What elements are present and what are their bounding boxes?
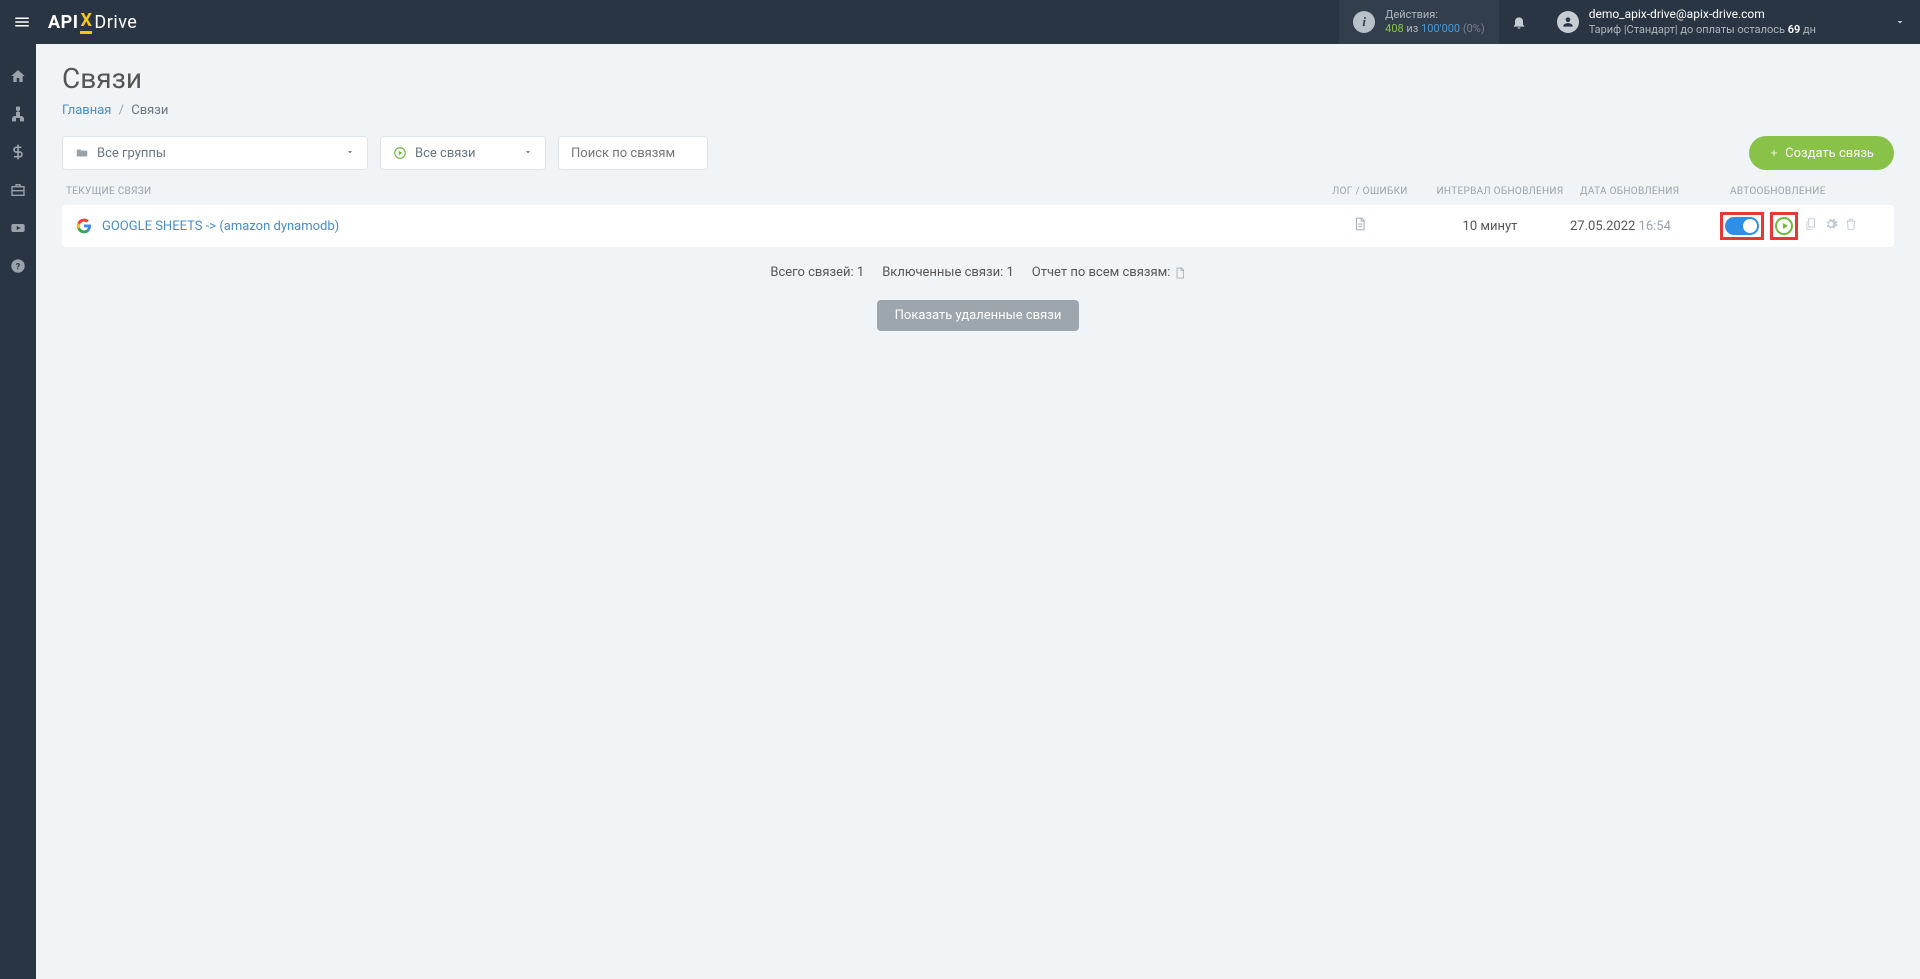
hamburger-icon: [13, 13, 31, 31]
user-tariff: Тариф |Стандарт| до оплаты осталось 69 д…: [1589, 23, 1816, 37]
user-text: demo_apix-drive@apix-drive.com Тариф |Ст…: [1589, 7, 1816, 37]
groups-select[interactable]: Все группы: [62, 136, 368, 170]
header-right: i Действия: 408 из 100'000 (0%) demo_api…: [1339, 0, 1920, 44]
chevron-down-icon: [1894, 16, 1906, 28]
home-icon: [10, 68, 26, 84]
connection-date: 27.05.2022 16:54: [1570, 219, 1720, 234]
links-select-label: Все связи: [415, 146, 476, 161]
summary-report[interactable]: Отчет по всем связям:: [1032, 265, 1186, 280]
links-select[interactable]: Все связи: [380, 136, 546, 170]
info-icon: i: [1353, 11, 1375, 33]
logo-api: API: [48, 12, 78, 33]
actions-text: Действия: 408 из 100'000 (0%): [1385, 8, 1485, 37]
col-header-log: ЛОГ / ОШИБКИ: [1320, 186, 1420, 197]
log-button[interactable]: [1353, 217, 1367, 235]
delete-button[interactable]: [1844, 217, 1858, 235]
col-header-date: ДАТА ОБНОВЛЕНИЯ: [1580, 186, 1730, 197]
sidebar-item-home[interactable]: [8, 66, 28, 86]
actions-values: 408 из 100'000 (0%): [1385, 22, 1485, 36]
autoupdate-toggle[interactable]: [1725, 217, 1759, 235]
breadcrumb-sep: /: [119, 103, 124, 118]
search-input[interactable]: [571, 146, 695, 161]
document-icon: [1353, 217, 1367, 231]
logo-x: X: [80, 10, 92, 34]
run-now-button[interactable]: [1775, 217, 1793, 235]
youtube-icon: [10, 220, 26, 236]
chevron-down-icon: [523, 146, 533, 161]
svg-text:?: ?: [16, 261, 21, 272]
sitemap-icon: [10, 106, 26, 122]
highlight-toggle: [1720, 212, 1764, 240]
logo-drive: Drive: [94, 12, 137, 33]
search-input-wrapper[interactable]: [558, 136, 708, 170]
actions-counter[interactable]: i Действия: 408 из 100'000 (0%): [1339, 0, 1499, 44]
sidebar-item-video[interactable]: [8, 218, 28, 238]
user-email: demo_apix-drive@apix-drive.com: [1589, 7, 1816, 23]
briefcase-icon: [10, 182, 26, 198]
summary-bar: Всего связей: 1 Включенные связи: 1 Отче…: [62, 265, 1894, 280]
avatar-icon: [1557, 11, 1579, 33]
plus-icon: [1769, 148, 1779, 158]
main-content: Связи Главная / Связи Все группы Все свя…: [36, 44, 1920, 979]
breadcrumb: Главная / Связи: [62, 103, 1894, 118]
sidebar-item-tools[interactable]: [8, 180, 28, 200]
play-icon: [393, 146, 407, 160]
create-connection-button[interactable]: Создать связь: [1749, 136, 1894, 170]
sidebar-item-connections[interactable]: [8, 104, 28, 124]
summary-total: Всего связей: 1: [770, 265, 864, 280]
folder-icon: [75, 146, 89, 160]
show-deleted-button[interactable]: Показать удаленные связи: [877, 300, 1080, 331]
help-icon: ?: [10, 258, 26, 274]
connection-interval: 10 минут: [1410, 219, 1570, 234]
sidebar-item-help[interactable]: ?: [8, 256, 28, 276]
connection-row[interactable]: GOOGLE SHEETS -> (amazon dynamodb) 10 ми…: [62, 205, 1894, 247]
col-header-auto: АВТООБНОВЛЕНИЕ: [1730, 186, 1890, 197]
bell-icon: [1511, 14, 1527, 30]
connection-name[interactable]: GOOGLE SHEETS -> (amazon dynamodb): [102, 219, 339, 234]
notifications-button[interactable]: [1499, 14, 1539, 30]
user-menu[interactable]: demo_apix-drive@apix-drive.com Тариф |Ст…: [1539, 7, 1834, 37]
table-header: ТЕКУЩИЕ СВЯЗИ ЛОГ / ОШИБКИ ИНТЕРВАЛ ОБНО…: [62, 186, 1894, 205]
col-header-name: ТЕКУЩИЕ СВЯЗИ: [66, 186, 1320, 197]
col-header-interval: ИНТЕРВАЛ ОБНОВЛЕНИЯ: [1420, 186, 1580, 197]
page-title: Связи: [62, 62, 1894, 95]
menu-toggle-button[interactable]: [0, 0, 44, 44]
user-menu-chevron[interactable]: [1894, 13, 1906, 32]
trash-icon: [1844, 217, 1858, 231]
filter-toolbar: Все группы Все связи Создать связь: [62, 136, 1894, 170]
breadcrumb-home[interactable]: Главная: [62, 103, 111, 118]
chevron-down-icon: [345, 146, 355, 161]
settings-button[interactable]: [1824, 217, 1838, 235]
actions-label: Действия:: [1385, 8, 1485, 22]
google-icon: [76, 218, 92, 234]
sidebar: ?: [0, 44, 36, 979]
groups-select-label: Все группы: [97, 146, 166, 161]
gear-icon: [1824, 217, 1838, 231]
sidebar-item-billing[interactable]: [8, 142, 28, 162]
summary-enabled: Включенные связи: 1: [882, 265, 1014, 280]
copy-icon: [1804, 217, 1818, 231]
highlight-play: [1770, 212, 1798, 240]
copy-button[interactable]: [1804, 217, 1818, 235]
top-header: APIXDrive i Действия: 408 из 100'000 (0%…: [0, 0, 1920, 44]
dollar-icon: [10, 144, 26, 160]
logo[interactable]: APIXDrive: [48, 10, 137, 34]
report-icon[interactable]: [1174, 265, 1186, 280]
create-label: Создать связь: [1785, 146, 1874, 161]
breadcrumb-current: Связи: [131, 103, 168, 118]
